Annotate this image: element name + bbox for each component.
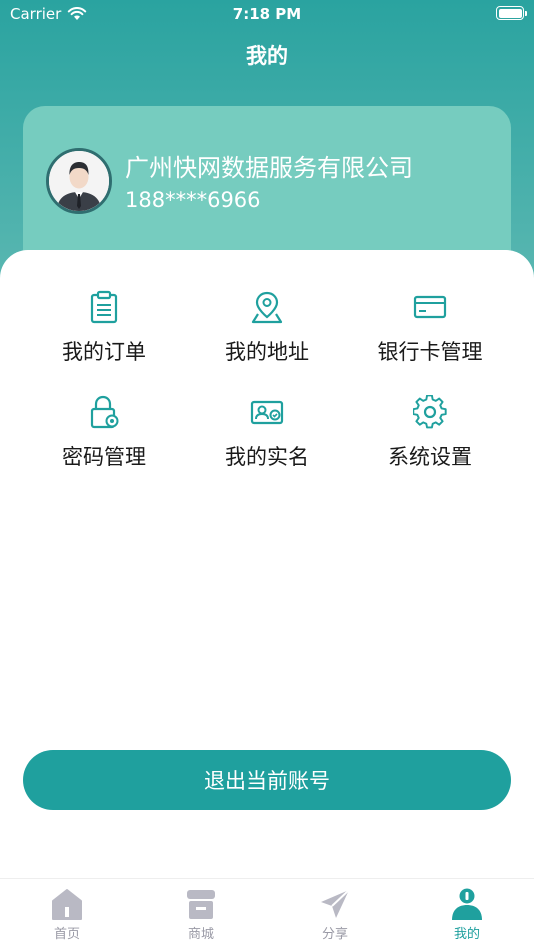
send-icon bbox=[321, 889, 350, 918]
status-time: 7:18 PM bbox=[232, 5, 302, 23]
company-name: 广州快网数据服务有限公司 bbox=[125, 154, 413, 182]
logout-button[interactable]: 退出当前账号 bbox=[23, 750, 511, 810]
store-icon bbox=[187, 890, 215, 919]
menu-my-address[interactable]: 我的地址 bbox=[178, 290, 356, 380]
avatar-person-icon bbox=[49, 151, 109, 211]
menu-system-settings[interactable]: 系统设置 bbox=[341, 395, 519, 485]
menu-label: 银行卡管理 bbox=[377, 340, 483, 364]
bank-card-icon bbox=[413, 295, 447, 319]
tab-mine[interactable]: 我的 bbox=[400, 887, 534, 942]
tab-share[interactable]: 分享 bbox=[268, 887, 402, 942]
battery-fill bbox=[498, 8, 522, 18]
tab-label: 我的 bbox=[453, 927, 480, 942]
clipboard-icon bbox=[90, 290, 118, 324]
tab-store[interactable]: 商城 bbox=[134, 887, 268, 942]
menu-label: 我的地址 bbox=[225, 340, 309, 364]
phone-number: 188****6966 bbox=[125, 188, 261, 212]
home-icon bbox=[52, 889, 82, 920]
id-card-icon bbox=[250, 400, 284, 425]
tab-label: 首页 bbox=[53, 927, 80, 942]
menu-label: 系统设置 bbox=[388, 445, 472, 469]
tab-label: 商城 bbox=[187, 927, 214, 942]
tab-home[interactable]: 首页 bbox=[0, 887, 134, 942]
tab-label: 分享 bbox=[321, 927, 348, 942]
person-icon bbox=[452, 888, 482, 920]
lock-gear-icon bbox=[90, 395, 119, 429]
menu-real-name[interactable]: 我的实名 bbox=[178, 395, 356, 485]
menu-label: 密码管理 bbox=[62, 445, 146, 469]
status-bar: Carrier 7:18 PM bbox=[0, 0, 534, 28]
menu-my-orders[interactable]: 我的订单 bbox=[15, 290, 193, 380]
gear-icon bbox=[413, 395, 447, 429]
location-pin-icon bbox=[251, 291, 283, 324]
menu-bank-card[interactable]: 银行卡管理 bbox=[341, 290, 519, 380]
page-title: 我的 bbox=[246, 44, 288, 68]
battery-icon bbox=[496, 6, 527, 20]
menu-label: 我的订单 bbox=[62, 340, 146, 364]
menu-label: 我的实名 bbox=[225, 445, 309, 469]
menu-password[interactable]: 密码管理 bbox=[15, 395, 193, 485]
tab-bar: 首页 商城 分享 我的 bbox=[0, 878, 534, 950]
avatar[interactable] bbox=[46, 148, 112, 214]
